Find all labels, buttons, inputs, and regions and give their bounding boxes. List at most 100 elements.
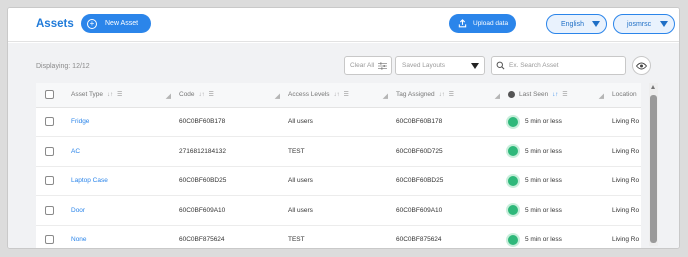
eye-icon — [636, 62, 647, 69]
asset-type-link[interactable]: Door — [71, 207, 85, 214]
header-label: Code — [179, 91, 195, 99]
app-window: Assets + New Asset Upload data English j… — [7, 7, 680, 249]
location: Living Ro — [612, 147, 640, 155]
upload-data-button[interactable]: Upload data — [449, 14, 516, 33]
table-row[interactable]: Fridge 60C0BF60B178 All users 60C0BF60B1… — [36, 107, 641, 137]
resize-handle-icon[interactable]: ◢ — [599, 92, 604, 100]
location: Living Ro — [612, 206, 640, 214]
sort-icon[interactable]: ↓↑ — [439, 92, 445, 98]
tag-assigned: 60C0BF60BD25 — [396, 177, 444, 185]
tag-assigned: 60C0BF875624 — [396, 236, 442, 244]
status-dot-icon — [508, 205, 518, 216]
asset-code: 60C0BF60B178 — [179, 118, 226, 126]
last-seen: 5 min or less — [525, 177, 562, 185]
header-tag-assigned[interactable]: Tag Assigned ↓↑ ☰ ◢ — [396, 83, 508, 108]
table-row[interactable]: Door 60C0BF609A10 All users 60C0BF609A10… — [36, 195, 641, 226]
filter-sliders-icon — [378, 62, 388, 69]
location: Living Ro — [612, 118, 640, 126]
row-checkbox[interactable] — [45, 205, 54, 215]
access-level: All users — [288, 206, 313, 214]
displaying-count: Displaying: 12/12 — [36, 63, 90, 70]
header-label: Tag Assigned — [396, 91, 435, 99]
resize-handle-icon[interactable]: ◢ — [275, 92, 280, 100]
last-seen: 5 min or less — [525, 206, 562, 214]
last-seen: 5 min or less — [525, 118, 562, 126]
asset-code: 60C0BF875624 — [179, 236, 225, 244]
scroll-up-arrow-icon[interactable] — [651, 85, 655, 89]
filter-icon[interactable]: ☰ — [344, 91, 349, 98]
resize-handle-icon[interactable]: ◢ — [383, 92, 388, 100]
new-asset-button[interactable]: + New Asset — [81, 14, 151, 33]
row-checkbox[interactable] — [45, 176, 54, 186]
header-location[interactable]: Location — [612, 83, 641, 108]
last-seen: 5 min or less — [525, 147, 562, 155]
saved-layouts-label: Saved Layouts — [402, 62, 446, 69]
plus-icon: + — [87, 18, 97, 29]
asset-type-link[interactable]: AC — [71, 148, 80, 155]
filter-icon[interactable]: ☰ — [117, 91, 122, 98]
row-checkbox[interactable] — [45, 235, 54, 245]
sort-icon[interactable]: ↓↑ — [334, 92, 340, 98]
header-label: Access Levels — [288, 91, 330, 99]
dropdown-arrow-icon — [660, 21, 668, 27]
asset-type-link[interactable]: None — [71, 236, 87, 243]
clear-all-button[interactable]: Clear All — [344, 56, 392, 75]
header-code[interactable]: Code ↓↑ ☰ ◢ — [179, 83, 288, 108]
assets-table: Asset Type ↓↑ ☰ ◢ Code ↓↑ ☰ ◢ Access Levels ↓… — [36, 83, 641, 248]
access-level: TEST — [288, 147, 305, 155]
search-input[interactable]: Ex. Search Asset — [491, 56, 626, 75]
filter-icon[interactable]: ☰ — [209, 91, 214, 98]
header-last-seen[interactable]: Last Seen ↓↑ ☰ ◢ — [508, 83, 612, 108]
table-row[interactable]: AC 2716812184132 TEST 60C0BF60D725 5 min… — [36, 136, 641, 167]
tag-assigned: 60C0BF60B178 — [396, 118, 443, 126]
row-checkbox[interactable] — [45, 117, 54, 127]
location: Living Ro — [612, 177, 640, 185]
table-row[interactable]: Laptop Case 60C0BF60BD25 All users 60C0B… — [36, 166, 641, 196]
user-menu[interactable]: josmrsc — [613, 14, 675, 34]
user-name: josmrsc — [627, 20, 652, 28]
table-header-row: Asset Type ↓↑ ☰ ◢ Code ↓↑ ☰ ◢ Access Levels ↓… — [36, 83, 641, 108]
resize-handle-icon[interactable]: ◢ — [495, 92, 500, 100]
saved-layouts-select[interactable]: Saved Layouts — [395, 56, 485, 75]
header-label: Location — [612, 91, 637, 99]
page-title: Assets — [36, 18, 74, 30]
header-asset-type[interactable]: Asset Type ↓↑ ☰ ◢ — [71, 83, 179, 108]
new-asset-label: New Asset — [105, 20, 139, 27]
language-select[interactable]: English — [546, 14, 607, 34]
status-dot-icon — [508, 146, 518, 157]
scrollbar-thumb[interactable] — [650, 95, 657, 243]
asset-code: 60C0BF609A10 — [179, 206, 226, 214]
caret-down-icon — [471, 63, 479, 69]
location: Living Ro — [612, 236, 640, 244]
sort-icon[interactable]: ↓↑ — [552, 92, 558, 98]
header-select-cell — [36, 83, 71, 108]
main-content: Displaying: 12/12 Clear All Saved Layout… — [8, 43, 679, 248]
search-icon — [496, 61, 505, 70]
status-dot-icon — [508, 175, 518, 186]
sort-icon[interactable]: ↓↑ — [199, 92, 205, 98]
table-row[interactable]: None 60C0BF875624 TEST 60C0BF875624 5 mi… — [36, 225, 641, 248]
row-checkbox[interactable] — [45, 146, 54, 156]
access-level: TEST — [288, 236, 305, 244]
vertical-scrollbar[interactable] — [649, 83, 658, 246]
status-dot-icon — [508, 116, 518, 127]
resize-handle-icon[interactable]: ◢ — [166, 92, 171, 100]
header-access-levels[interactable]: Access Levels ↓↑ ☰ ◢ — [288, 83, 396, 108]
column-visibility-button[interactable] — [632, 56, 651, 75]
select-all-checkbox[interactable] — [45, 90, 54, 100]
last-seen: 5 min or less — [525, 236, 562, 244]
filter-icon[interactable]: ☰ — [449, 91, 454, 98]
asset-type-link[interactable]: Laptop Case — [71, 177, 108, 184]
asset-code: 60C0BF60BD25 — [179, 177, 227, 185]
clear-all-label: Clear All — [350, 62, 375, 69]
tag-assigned: 60C0BF60D725 — [396, 147, 443, 155]
asset-type-link[interactable]: Fridge — [71, 118, 89, 125]
filter-icon[interactable]: ☰ — [562, 91, 567, 98]
header-label: Asset Type — [71, 91, 104, 99]
search-placeholder: Ex. Search Asset — [509, 62, 559, 69]
info-icon — [508, 91, 515, 99]
status-dot-icon — [508, 234, 518, 245]
sort-icon[interactable]: ↓↑ — [107, 92, 113, 98]
access-level: All users — [288, 118, 313, 126]
header-label: Last Seen — [519, 91, 549, 99]
